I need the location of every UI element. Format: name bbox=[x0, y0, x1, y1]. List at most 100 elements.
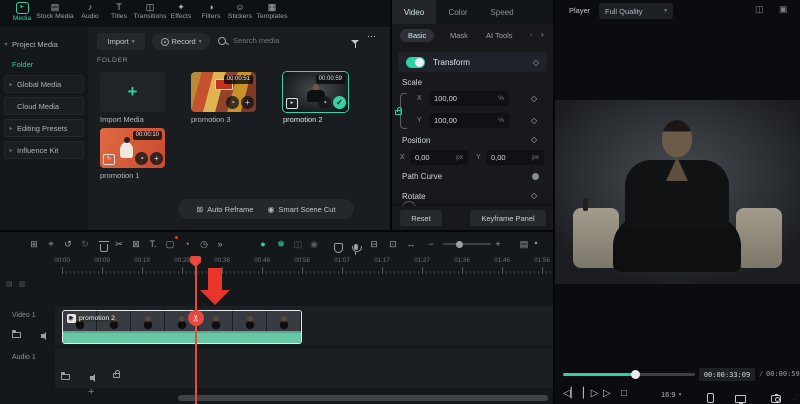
preview-screen-icon[interactable]: ⊡ bbox=[385, 236, 401, 252]
scale-y-keyframe-icon[interactable]: ◇ bbox=[531, 116, 537, 125]
clip-menu-icon[interactable]: ◔ bbox=[226, 96, 239, 109]
timeline-clip-promotion-2[interactable]: ▶ promotion 2 bbox=[62, 310, 302, 344]
record-button[interactable]: Record ▾ bbox=[152, 33, 210, 50]
subtab-ai-tools[interactable]: AI Tools bbox=[486, 31, 513, 40]
play-button[interactable]: ▷ bbox=[603, 388, 611, 400]
video-preview[interactable] bbox=[555, 100, 800, 284]
text-tool-icon[interactable]: T. bbox=[145, 236, 161, 252]
add-track-button[interactable]: + bbox=[88, 386, 94, 398]
zoom-in-icon[interactable]: + bbox=[490, 236, 506, 252]
redo-icon[interactable]: ↻ bbox=[77, 236, 93, 252]
track-lock-icon[interactable] bbox=[113, 373, 120, 378]
media-tile-promotion-1[interactable]: 00:00:10 ↻ ◔ + bbox=[100, 128, 165, 168]
more-options-icon[interactable]: ⋯ bbox=[367, 31, 376, 42]
snap-icon[interactable]: ⌖ bbox=[43, 236, 59, 252]
snapshot-icon[interactable] bbox=[771, 395, 781, 403]
zoom-out-icon[interactable]: − bbox=[423, 236, 439, 252]
sidebar-item-project-media[interactable]: ▾ Project Media bbox=[0, 35, 88, 53]
timeline-zoom-slider[interactable] bbox=[443, 243, 491, 245]
add-to-timeline-icon[interactable]: + bbox=[241, 96, 254, 109]
tab-color[interactable]: Color bbox=[436, 0, 480, 24]
sidebar-item-folder[interactable]: Folder bbox=[0, 55, 88, 73]
subtab-basic[interactable]: Basic bbox=[400, 29, 434, 42]
import-button[interactable]: Import ▾ bbox=[97, 33, 145, 50]
delete-icon[interactable] bbox=[96, 238, 112, 254]
clip-menu-icon[interactable]: ◔ bbox=[318, 96, 331, 109]
track-folder-icon[interactable] bbox=[61, 374, 70, 380]
tab-video[interactable]: Video bbox=[392, 0, 436, 24]
freeze-frame-icon[interactable]: ❅ bbox=[273, 236, 289, 252]
speed-tool-icon[interactable]: ◔ bbox=[179, 236, 195, 252]
keyframe-panel-button[interactable]: Keyframe Panel bbox=[470, 210, 546, 226]
sidebar-item-cloud-media[interactable]: Cloud Media bbox=[4, 97, 84, 115]
playback-progress-bar[interactable] bbox=[563, 373, 695, 376]
more-tools-icon[interactable]: » bbox=[212, 236, 228, 252]
media-tile-promotion-2[interactable]: 00:00:59 ▸ ◔ ✓ bbox=[283, 72, 348, 112]
aspect-ratio-dropdown[interactable]: 16:9 ▾ bbox=[661, 390, 681, 399]
track-folder-icon[interactable] bbox=[12, 332, 21, 338]
mirror-display-icon[interactable] bbox=[735, 395, 746, 403]
timeline-scrollbar[interactable] bbox=[178, 395, 548, 401]
smart-scene-cut-button[interactable]: ◉ Smart Scene Cut bbox=[267, 205, 335, 214]
undo-icon[interactable]: ↺ bbox=[60, 236, 76, 252]
media-tile-promotion-3[interactable]: 00:00:51 ◔ + bbox=[191, 72, 256, 112]
mask-tool-icon[interactable]: ▢ bbox=[162, 236, 178, 252]
subtab-mask[interactable]: Mask bbox=[450, 31, 468, 40]
scale-x-keyframe-icon[interactable]: ◇ bbox=[531, 94, 537, 103]
timeline-layout-icon[interactable]: ⊞ bbox=[26, 236, 42, 252]
playhead-line[interactable] bbox=[195, 256, 197, 404]
filter-icon[interactable] bbox=[351, 39, 361, 49]
compare-view-icon[interactable]: ◫ bbox=[755, 4, 764, 15]
add-to-timeline-icon[interactable]: + bbox=[150, 152, 163, 165]
chroma-key-icon[interactable]: ● bbox=[255, 236, 271, 252]
next-frame-button[interactable]: ▏▷ bbox=[583, 388, 598, 400]
progress-handle[interactable] bbox=[631, 370, 640, 379]
phone-preview-icon[interactable] bbox=[707, 393, 714, 403]
resize-grip-icon[interactable]: ⋰ bbox=[793, 394, 799, 401]
timeline-ruler[interactable] bbox=[55, 265, 553, 274]
ruler-label: 00:38 bbox=[207, 257, 237, 264]
mixer-panel-icon[interactable]: ⊟ bbox=[366, 236, 382, 252]
clip-menu-icon[interactable]: ◔ bbox=[135, 152, 148, 165]
position-keyframe-icon[interactable]: ◇ bbox=[531, 135, 537, 144]
scale-x-input[interactable]: 100,00 % bbox=[429, 91, 509, 106]
sidebar-item-editing-presets[interactable]: ▸ Editing Presets bbox=[4, 119, 84, 137]
quality-dropdown[interactable]: Full Quality ▾ bbox=[599, 3, 673, 19]
tab-templates[interactable]: ▦ Templates bbox=[244, 2, 300, 26]
collapse-tracks-icon[interactable]: ▤ bbox=[6, 280, 13, 288]
sidebar-item-global-media[interactable]: ▸ Global Media bbox=[4, 75, 84, 93]
quick-split-scissors-button[interactable]: ✂ bbox=[188, 310, 204, 326]
track-manager-caret-icon[interactable]: ▾ bbox=[528, 236, 544, 252]
stop-button[interactable]: □ bbox=[621, 388, 627, 400]
audio-track-lane[interactable] bbox=[55, 348, 553, 388]
position-x-input[interactable]: 0,00 px bbox=[410, 150, 468, 165]
search-input[interactable] bbox=[231, 35, 335, 46]
duration-tool-icon[interactable]: ◷ bbox=[196, 236, 212, 252]
track-mute-icon[interactable] bbox=[41, 334, 44, 338]
chevron-right-icon[interactable]: › bbox=[541, 30, 544, 39]
voiceover-icon[interactable] bbox=[348, 240, 364, 256]
reset-button[interactable]: Reset bbox=[400, 210, 442, 226]
screen-record-icon[interactable]: ◉ bbox=[306, 236, 322, 252]
previous-frame-button[interactable]: ◁▏ bbox=[563, 388, 578, 400]
auto-reframe-button[interactable]: ⊠ Auto Reframe bbox=[196, 205, 253, 214]
track-mute-icon[interactable] bbox=[90, 376, 93, 380]
background-image-icon[interactable]: ▣ bbox=[779, 4, 788, 15]
keyframe-diamond-icon[interactable]: ◇ bbox=[533, 58, 539, 67]
split-icon[interactable]: ✂ bbox=[111, 236, 127, 252]
import-media-tile[interactable]: + bbox=[100, 72, 165, 112]
rotate-keyframe-icon[interactable]: ◇ bbox=[531, 191, 537, 200]
silence-detect-icon[interactable] bbox=[330, 239, 346, 255]
position-y-input[interactable]: 0,00 px bbox=[486, 150, 544, 165]
render-range-icon[interactable]: ↔ bbox=[403, 236, 419, 252]
scale-link-lock-icon[interactable] bbox=[395, 110, 402, 115]
crop-icon[interactable]: ⊠ bbox=[128, 236, 144, 252]
expand-tracks-icon[interactable]: ▥ bbox=[19, 280, 26, 288]
scale-y-input[interactable]: 100,00 % bbox=[429, 113, 509, 128]
tab-speed[interactable]: Speed bbox=[480, 0, 524, 24]
camera-icon[interactable]: ◫ bbox=[290, 236, 306, 252]
sidebar-item-influence-kit[interactable]: ▸ Influence Kit bbox=[4, 141, 84, 159]
transform-toggle[interactable] bbox=[406, 57, 425, 68]
chevron-left-icon[interactable]: ‹ bbox=[530, 30, 533, 39]
zoom-slider-handle[interactable] bbox=[456, 241, 463, 248]
